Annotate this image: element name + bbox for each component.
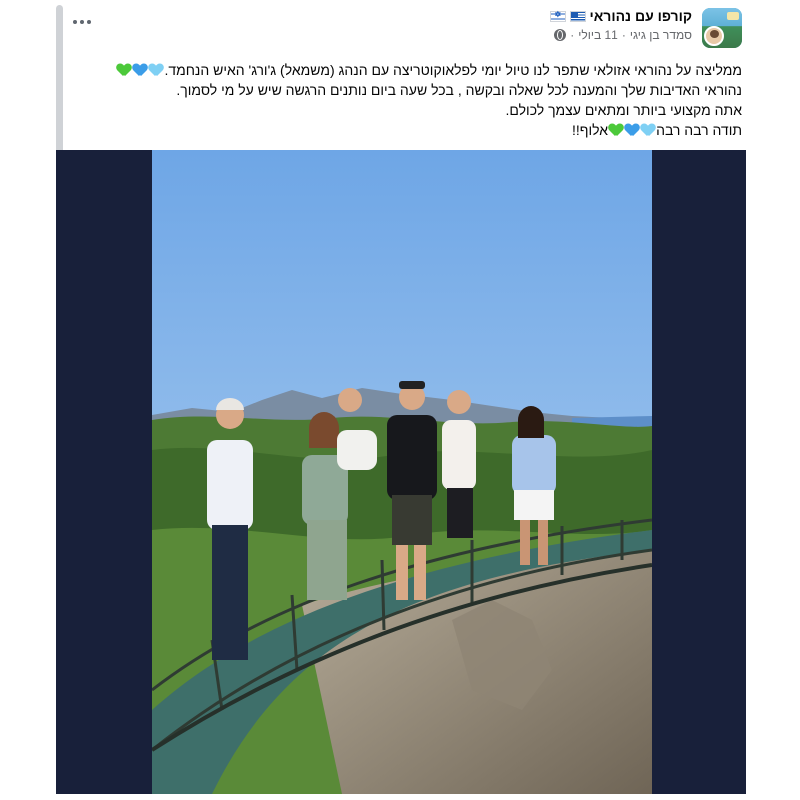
post-meta: סמדר בן גיגי · 11 ביולי · bbox=[550, 28, 692, 42]
blue-heart-icon bbox=[625, 124, 639, 137]
post-line: אתה מקצועי ביותר ומתאים עצמך לכולם. bbox=[505, 102, 742, 118]
page-name[interactable]: קורפו עם נהוראי bbox=[590, 8, 692, 24]
meta-separator: · bbox=[570, 28, 575, 42]
light-blue-heart-icon bbox=[149, 64, 163, 77]
meta-separator: · bbox=[621, 28, 626, 42]
post-line: ממליצה על נהוראי אזולאי שתפר לנו טיול יו… bbox=[102, 60, 742, 80]
post-line: תודה רבה רבהאלוף!! bbox=[572, 122, 742, 138]
page-name-row: קורפו עם נהוראי bbox=[549, 8, 692, 24]
author-name[interactable]: סמדר בן גיגי bbox=[630, 28, 692, 42]
post-date[interactable]: 11 ביולי bbox=[578, 28, 618, 42]
globe-icon[interactable] bbox=[554, 29, 567, 41]
post-photo[interactable] bbox=[152, 150, 652, 794]
post-header: קורפו עם נהוראי סמדר בן גיגי · 11 ביולי … bbox=[549, 8, 742, 48]
green-heart-icon bbox=[117, 64, 131, 77]
post-header-text: קורפו עם נהוראי סמדר בן גיגי · 11 ביולי … bbox=[549, 8, 692, 42]
post-line: נהוראי האדיבות שלך והמענה לכל שאלה ובקשה… bbox=[176, 82, 742, 98]
more-options-icon[interactable] bbox=[73, 18, 93, 26]
blue-heart-icon bbox=[133, 64, 147, 77]
greece-flag-icon bbox=[569, 10, 586, 22]
light-blue-heart-icon bbox=[641, 124, 655, 137]
israel-flag-icon bbox=[549, 10, 566, 22]
post-body: ממליצה על נהוראי אזולאי שתפר לנו טיול יו… bbox=[102, 60, 742, 140]
facebook-post: קורפו עם נהוראי סמדר בן גיגי · 11 ביולי … bbox=[0, 0, 800, 800]
page-avatar[interactable] bbox=[702, 8, 742, 48]
green-heart-icon bbox=[609, 124, 623, 137]
